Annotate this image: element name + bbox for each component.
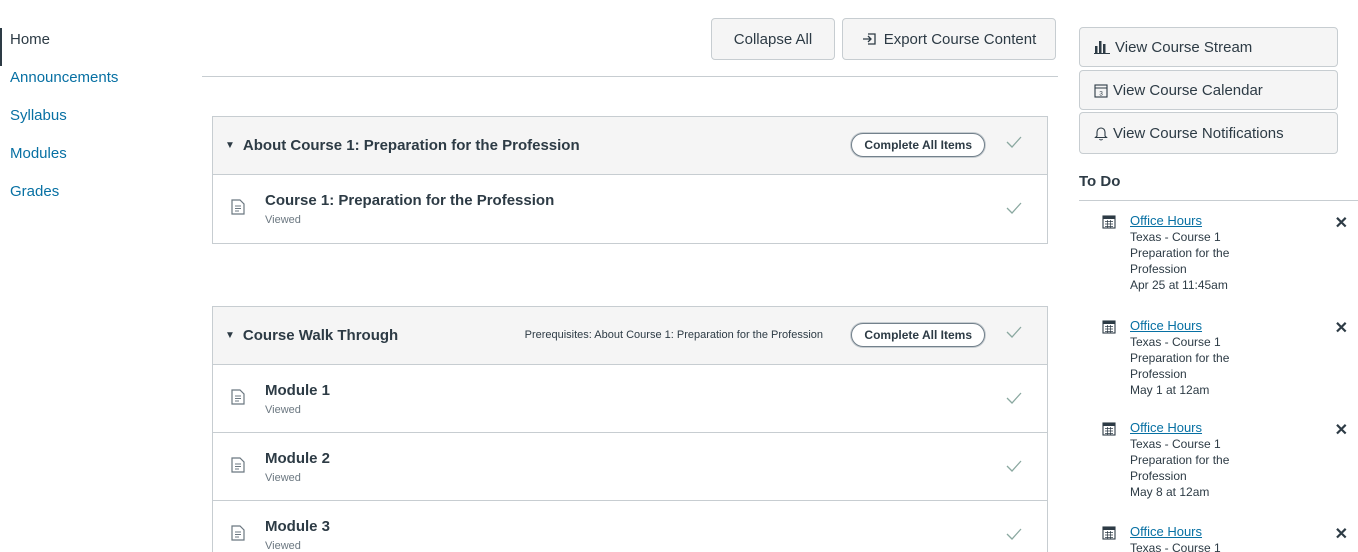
bar-chart-icon: [1094, 40, 1110, 54]
module-prerequisites: Prerequisites: About Course 1: Preparati…: [524, 329, 823, 341]
page-icon: [231, 199, 245, 220]
page-icon: [231, 525, 245, 546]
complete-all-items-label: Complete All Items: [864, 138, 972, 152]
todo-link-office-hours[interactable]: Office Hours: [1130, 213, 1358, 229]
export-icon: [862, 31, 878, 47]
checkmark-icon: [1005, 135, 1023, 154]
nav-item-grades[interactable]: Grades: [0, 180, 200, 218]
module-item[interactable]: Module 3 Viewed: [213, 501, 1047, 552]
nav-item-home[interactable]: Home: [0, 28, 200, 66]
todo-heading: To Do: [1079, 173, 1121, 190]
module-course-walk-through: ▼ Course Walk Through Prerequisites: Abo…: [212, 306, 1048, 552]
nav-item-announcements[interactable]: Announcements: [0, 66, 200, 104]
caret-down-icon[interactable]: ▼: [225, 140, 235, 151]
calendar-icon: [1102, 320, 1116, 339]
todo-item: Office Hours Texas - Course 1 Preparatio…: [1102, 213, 1358, 293]
view-course-stream-button[interactable]: View Course Stream: [1079, 27, 1338, 67]
module-item-status: Viewed: [265, 214, 301, 226]
svg-text:3: 3: [1099, 90, 1103, 97]
module-title: Course Walk Through: [242, 327, 399, 344]
module-about-course: ▼ About Course 1: Preparation for the Pr…: [212, 116, 1048, 244]
view-course-notifications-button[interactable]: View Course Notifications: [1079, 112, 1338, 154]
todo-date: May 1 at 12am: [1130, 383, 1210, 397]
todo-divider: [1079, 200, 1358, 201]
todo-course: Texas - Course 1: [1130, 541, 1221, 552]
collapse-all-button[interactable]: Collapse All: [711, 18, 835, 60]
checkmark-icon: [1005, 201, 1023, 220]
export-label: Export Course Content: [883, 30, 1037, 48]
module-item[interactable]: Course 1: Preparation for the Profession…: [213, 175, 1047, 243]
module-item-title[interactable]: Module 2: [265, 450, 330, 467]
course-nav: Home Announcements Syllabus Modules Grad…: [0, 28, 200, 218]
todo-course: Texas - Course 1 Preparation for the Pro…: [1130, 230, 1230, 276]
view-course-stream-label: View Course Stream: [1115, 38, 1253, 56]
checkmark-icon: [1005, 391, 1023, 410]
export-course-content-button[interactable]: Export Course Content: [842, 18, 1056, 60]
module-item-status: Viewed: [265, 472, 301, 484]
bell-icon: [1094, 125, 1108, 141]
todo-link-office-hours[interactable]: Office Hours: [1130, 318, 1358, 334]
checkmark-icon: [1005, 527, 1023, 546]
todo-date: May 8 at 12am: [1130, 485, 1210, 499]
page-icon: [231, 457, 245, 478]
close-icon[interactable]: ✕: [1335, 318, 1348, 338]
calendar-icon: [1102, 215, 1116, 234]
view-course-notifications-label: View Course Notifications: [1113, 124, 1284, 142]
module-header[interactable]: ▼ Course Walk Through Prerequisites: Abo…: [213, 307, 1047, 365]
toolbar-divider: [202, 76, 1058, 77]
module-item[interactable]: Module 1 Viewed: [213, 365, 1047, 433]
module-item-title[interactable]: Module 1: [265, 382, 330, 399]
close-icon[interactable]: ✕: [1335, 524, 1348, 544]
todo-date: Apr 25 at 11:45am: [1130, 278, 1228, 292]
calendar-icon: [1102, 422, 1116, 441]
page-icon: [231, 389, 245, 410]
module-item-title[interactable]: Course 1: Preparation for the Profession: [265, 192, 554, 209]
close-icon[interactable]: ✕: [1335, 420, 1348, 440]
caret-down-icon[interactable]: ▼: [225, 330, 235, 341]
complete-all-items-button[interactable]: Complete All Items: [851, 133, 985, 157]
module-title: About Course 1: Preparation for the Prof…: [242, 137, 580, 154]
todo-course: Texas - Course 1 Preparation for the Pro…: [1130, 335, 1230, 381]
checkmark-icon: [1005, 459, 1023, 478]
view-course-calendar-button[interactable]: 3 View Course Calendar: [1079, 70, 1338, 110]
nav-item-syllabus[interactable]: Syllabus: [0, 104, 200, 142]
view-course-calendar-label: View Course Calendar: [1113, 81, 1263, 99]
module-header[interactable]: ▼ About Course 1: Preparation for the Pr…: [213, 117, 1047, 175]
todo-course: Texas - Course 1 Preparation for the Pro…: [1130, 437, 1230, 483]
collapse-all-label: Collapse All: [733, 30, 813, 48]
checkmark-icon: [1005, 325, 1023, 344]
module-item[interactable]: Module 2 Viewed: [213, 433, 1047, 501]
todo-link-office-hours[interactable]: Office Hours: [1130, 524, 1358, 540]
todo-item: Office Hours Texas - Course 1 Preparatio…: [1102, 420, 1358, 500]
calendar-icon: 3: [1094, 83, 1108, 98]
todo-link-office-hours[interactable]: Office Hours: [1130, 420, 1358, 436]
module-item-status: Viewed: [265, 404, 301, 416]
calendar-icon: [1102, 526, 1116, 545]
nav-item-modules[interactable]: Modules: [0, 142, 200, 180]
module-item-status: Viewed: [265, 540, 301, 552]
todo-item: Office Hours Texas - Course 1 ✕: [1102, 524, 1358, 552]
close-icon[interactable]: ✕: [1335, 213, 1348, 233]
module-item-title[interactable]: Module 3: [265, 518, 330, 535]
complete-all-items-button[interactable]: Complete All Items: [851, 323, 985, 347]
todo-item: Office Hours Texas - Course 1 Preparatio…: [1102, 318, 1358, 398]
complete-all-items-label: Complete All Items: [864, 328, 972, 342]
